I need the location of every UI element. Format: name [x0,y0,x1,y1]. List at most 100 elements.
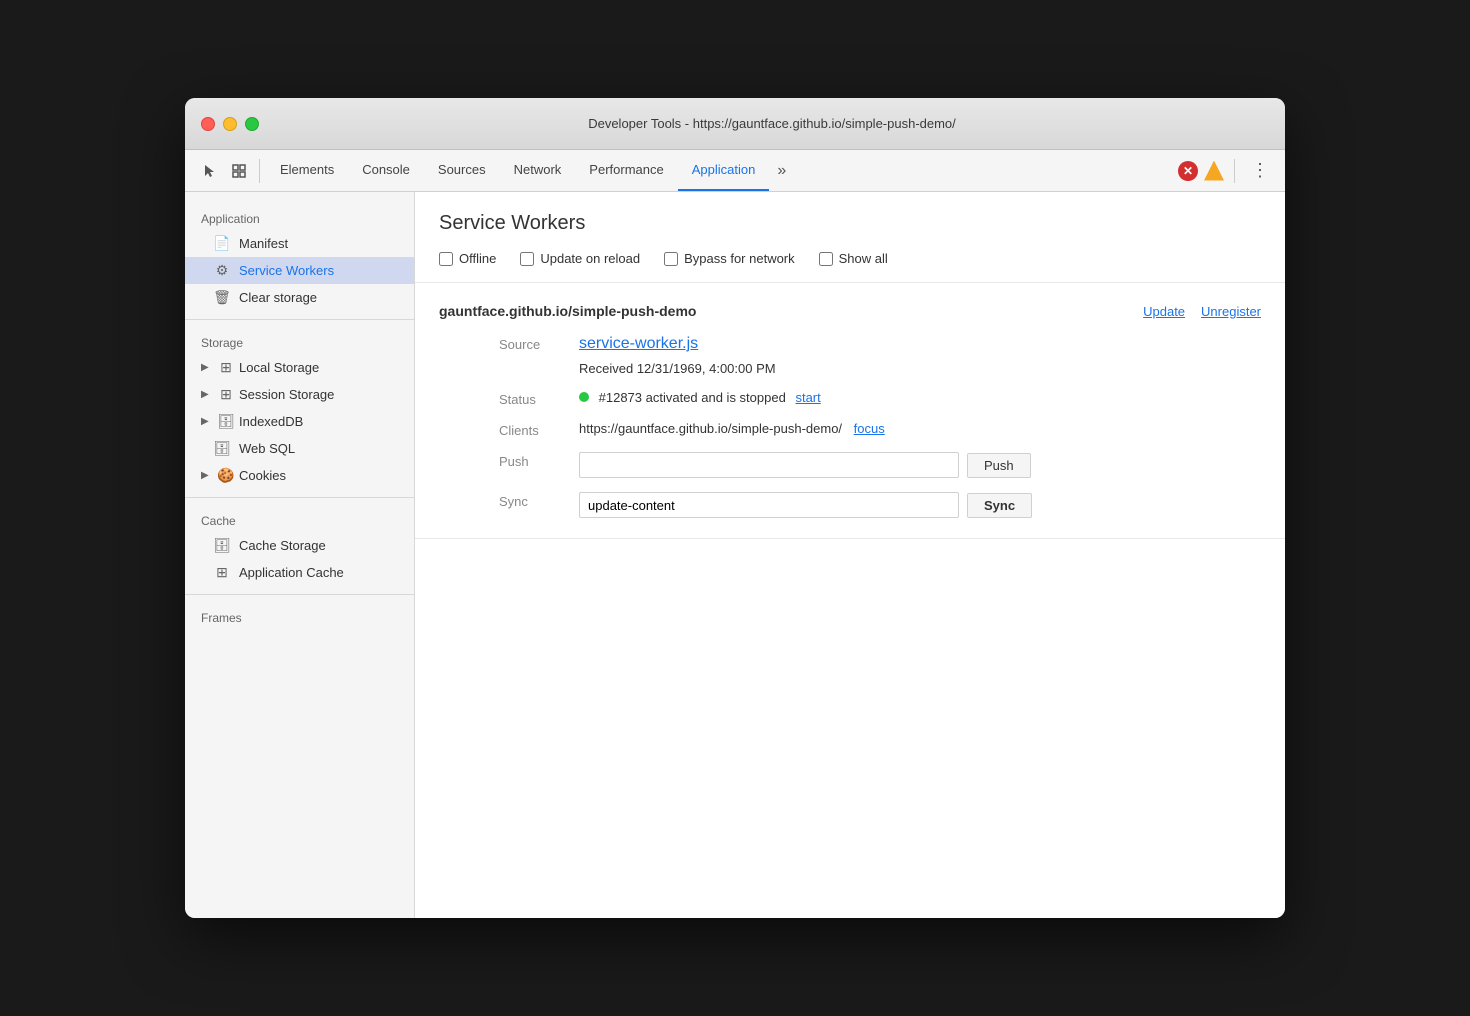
received-prefix: Received [579,361,637,376]
cursor-icon [201,163,217,179]
toolbar-right: ✕ ⋮ [1178,159,1275,183]
sidebar-divider-2 [185,497,414,498]
sw-update-link[interactable]: Update [1143,304,1185,319]
update-on-reload-checkbox[interactable] [520,252,534,266]
received-text: Received 12/31/1969, 4:00:00 PM [579,361,1261,376]
window-title: Developer Tools - https://gauntface.gith… [275,116,1269,131]
inspect-icon [231,163,247,179]
warning-icon[interactable] [1204,161,1224,181]
status-label: Status [499,390,579,407]
sidebar-item-web-sql[interactable]: 🗄 Web SQL [185,435,414,462]
clients-value: https://gauntface.github.io/simple-push-… [579,421,1261,438]
sidebar-divider-3 [185,594,414,595]
clients-url: https://gauntface.github.io/simple-push-… [579,421,842,436]
sidebar-section-frames: Frames [185,603,414,629]
toolbar-divider-2 [1234,159,1235,183]
devtools-window: Developer Tools - https://gauntface.gith… [185,98,1285,918]
sidebar-item-local-storage[interactable]: ▶ ⊞ Local Storage [185,354,414,381]
sync-input-row: Sync [579,492,1261,518]
sidebar-section-cache: Cache [185,506,414,532]
sw-entry: gauntface.github.io/simple-push-demo Upd… [415,283,1285,539]
sidebar-item-app-cache[interactable]: ⊞ Application Cache [185,559,414,586]
cookies-icon: 🍪 [217,467,235,484]
sidebar-item-clear-storage[interactable]: 🗑 Clear storage [185,284,414,311]
sidebar-item-indexeddb[interactable]: ▶ 🗄 IndexedDB [185,408,414,435]
checkboxes-row: Offline Update on reload Bypass for netw… [415,251,1285,283]
show-all-checkbox-label[interactable]: Show all [819,251,888,266]
offline-checkbox-label[interactable]: Offline [439,251,496,266]
source-label: Source [499,335,579,376]
sync-button[interactable]: Sync [967,493,1032,518]
sidebar-item-service-workers[interactable]: ⚙ Service Workers [185,257,414,284]
more-tabs-button[interactable]: » [769,162,794,180]
app-cache-icon: ⊞ [213,564,231,581]
tab-sources[interactable]: Sources [424,150,500,191]
service-workers-icon: ⚙ [213,262,231,279]
menu-button[interactable]: ⋮ [1245,160,1275,181]
focus-link[interactable]: focus [854,421,885,436]
push-label: Push [499,452,579,478]
sidebar-item-cache-storage[interactable]: 🗄 Cache Storage [185,532,414,559]
indexeddb-icon: 🗄 [217,413,235,430]
sidebar-item-session-storage[interactable]: ▶ ⊞ Session Storage [185,381,414,408]
web-sql-icon: 🗄 [213,440,231,457]
sidebar-divider-1 [185,319,414,320]
bypass-for-network-checkbox-label[interactable]: Bypass for network [664,251,795,266]
local-storage-arrow: ▶ [201,362,213,373]
status-dot [579,392,589,402]
indexeddb-arrow: ▶ [201,416,213,427]
sw-domain-text: gauntface.github.io/simple-push-demo [439,303,696,319]
cookies-arrow: ▶ [201,470,213,481]
main-content: Application 📄 Manifest ⚙ Service Workers… [185,192,1285,918]
source-file-link[interactable]: service-worker.js [579,335,1261,353]
toolbar-divider-1 [259,159,260,183]
push-button[interactable]: Push [967,453,1031,478]
sw-domain-row: gauntface.github.io/simple-push-demo Upd… [439,303,1261,319]
main-panel: Service Workers Offline Update on reload… [415,192,1285,918]
local-storage-icon: ⊞ [217,359,235,376]
sync-input[interactable] [579,492,959,518]
sidebar-section-storage: Storage [185,328,414,354]
bypass-for-network-checkbox[interactable] [664,252,678,266]
status-value: #12873 activated and is stopped start [579,390,1261,407]
tab-application[interactable]: Application [678,150,770,191]
cursor-icon-button[interactable] [195,157,223,185]
minimize-button[interactable] [223,117,237,131]
sw-unregister-link[interactable]: Unregister [1201,304,1261,319]
tab-network[interactable]: Network [500,150,576,191]
source-group: service-worker.js Received 12/31/1969, 4… [579,335,1261,376]
session-storage-icon: ⊞ [217,386,235,403]
tab-console[interactable]: Console [348,150,424,191]
sync-label: Sync [499,492,579,518]
start-link[interactable]: start [795,390,820,405]
update-on-reload-checkbox-label[interactable]: Update on reload [520,251,640,266]
received-date: 12/31/1969, 4:00:00 PM [637,361,776,376]
sidebar-item-cookies[interactable]: ▶ 🍪 Cookies [185,462,414,489]
sidebar-item-manifest[interactable]: 📄 Manifest [185,230,414,257]
sidebar-section-application: Application [185,204,414,230]
manifest-icon: 📄 [213,235,231,252]
show-all-checkbox[interactable] [819,252,833,266]
clear-storage-icon: 🗑 [213,289,231,306]
push-input-row: Push [579,452,1261,478]
sw-domain-links: Update Unregister [1143,304,1261,319]
tab-elements[interactable]: Elements [266,150,348,191]
panel-title: Service Workers [415,192,1285,251]
sw-details: Source service-worker.js Received 12/31/… [439,335,1261,518]
inspect-icon-button[interactable] [225,157,253,185]
offline-checkbox[interactable] [439,252,453,266]
sidebar: Application 📄 Manifest ⚙ Service Workers… [185,192,415,918]
session-storage-arrow: ▶ [201,389,213,400]
status-text: #12873 activated and is stopped [599,390,786,405]
push-input[interactable] [579,452,959,478]
clients-label: Clients [499,421,579,438]
traffic-lights [201,117,259,131]
toolbar-tabs: Elements Console Sources Network Perform… [266,150,1176,191]
title-bar: Developer Tools - https://gauntface.gith… [185,98,1285,150]
close-button[interactable] [201,117,215,131]
error-icon[interactable]: ✕ [1178,161,1198,181]
maximize-button[interactable] [245,117,259,131]
toolbar: Elements Console Sources Network Perform… [185,150,1285,192]
cache-storage-icon: 🗄 [213,537,231,554]
tab-performance[interactable]: Performance [575,150,677,191]
